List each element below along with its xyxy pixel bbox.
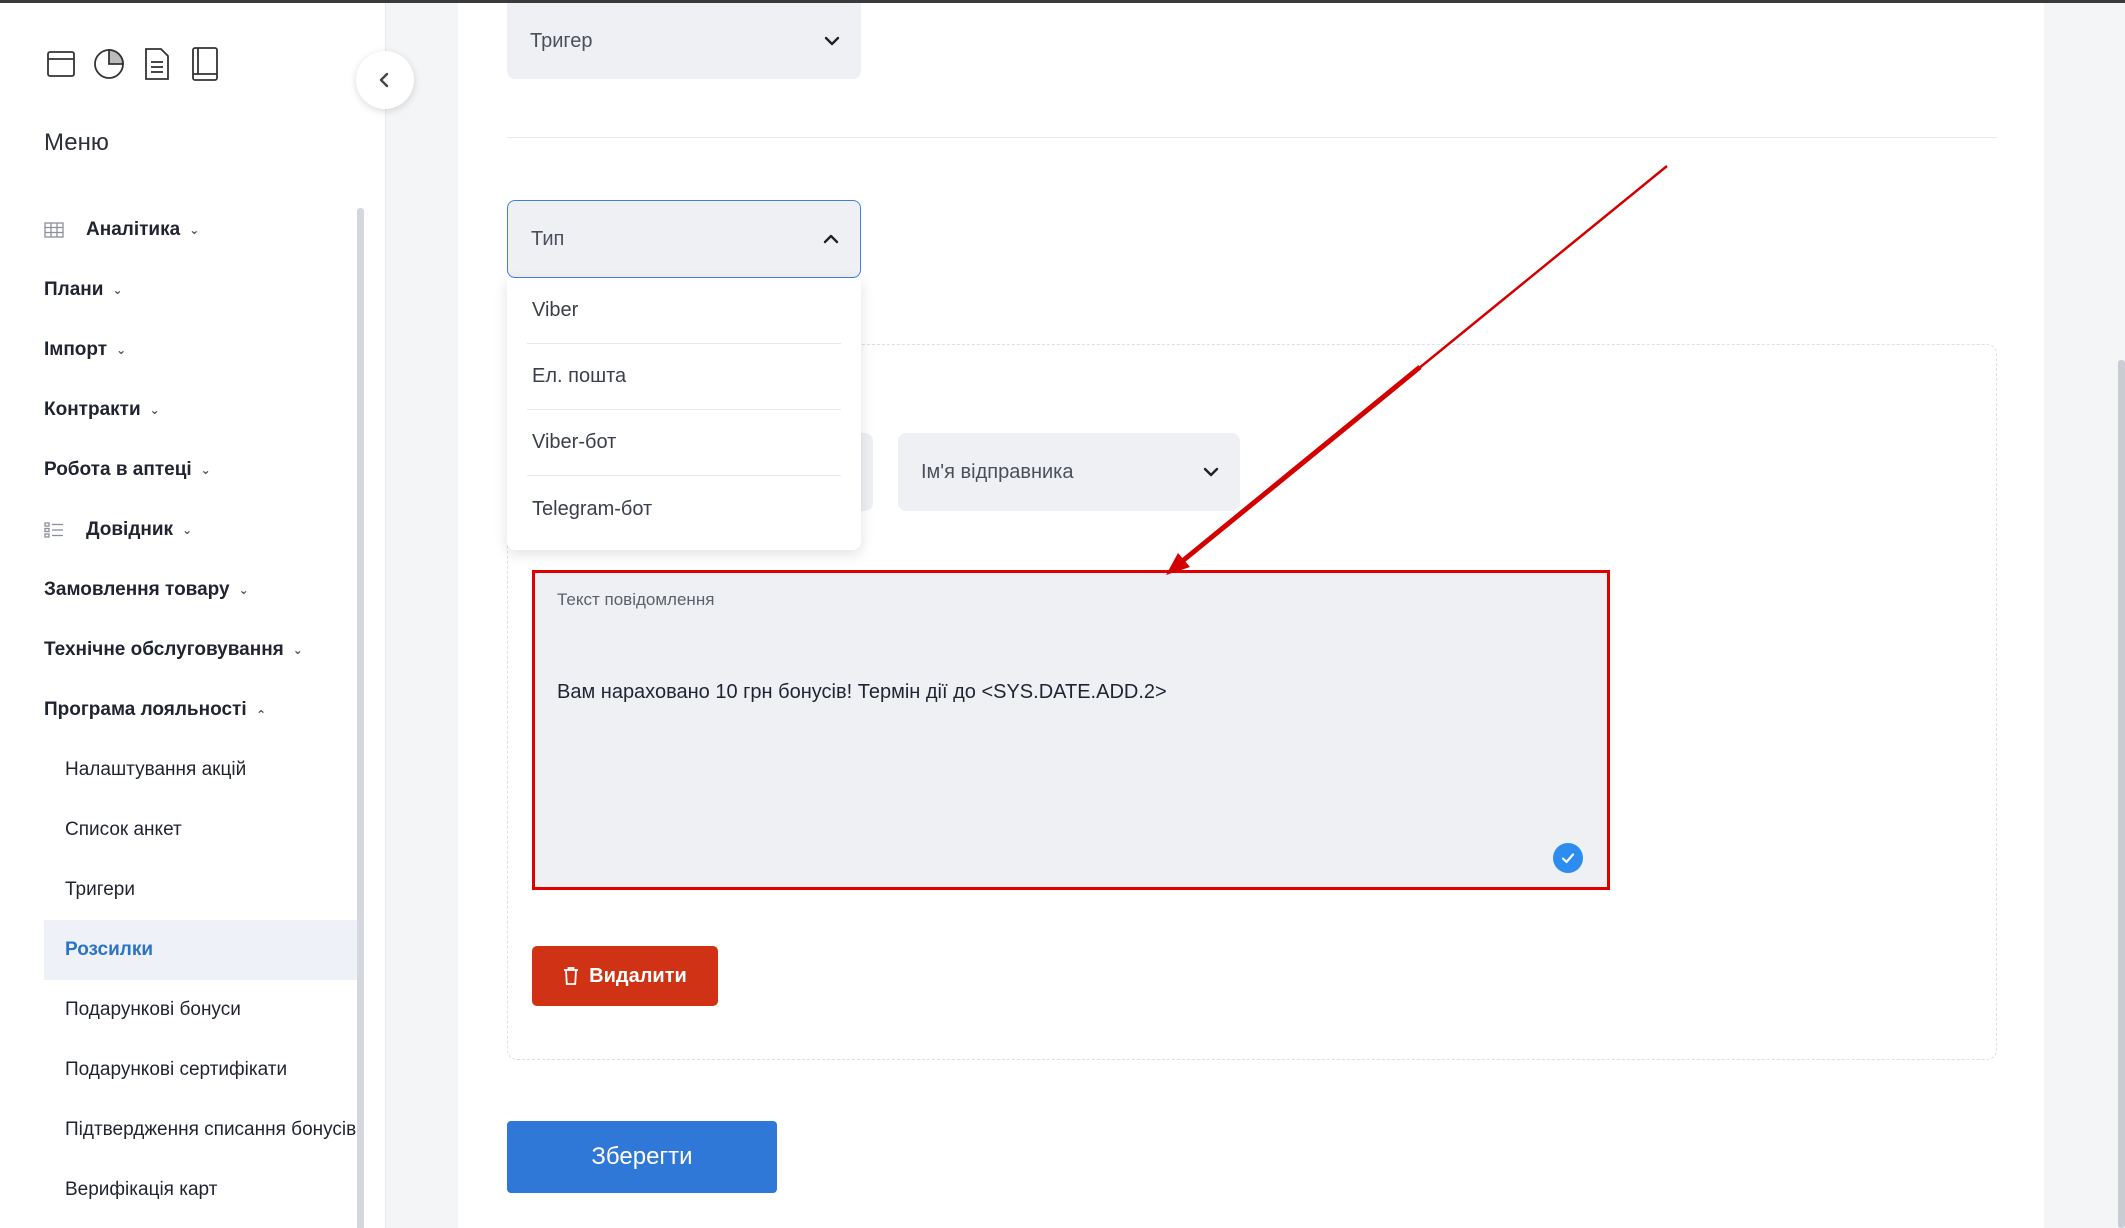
chevron-down-icon — [824, 36, 840, 46]
sidebar-item-plans[interactable]: Плани ⌄ — [0, 260, 358, 320]
sidebar-subitem-card-verification[interactable]: Верифікація карт — [0, 1160, 358, 1220]
sidebar-subitem-gift-bonuses[interactable]: Подарункові бонуси — [0, 980, 358, 1040]
sidebar-subitem-label: Тригери — [65, 879, 135, 900]
book-icon[interactable] — [188, 45, 222, 83]
type-dropdown-menu: Viber Ел. пошта Viber-бот Telegram-бот — [507, 278, 861, 550]
sidebar-scrollbar[interactable] — [357, 208, 364, 1228]
archive-icon[interactable] — [44, 45, 78, 83]
sidebar-subitem-promotions[interactable]: Налаштування акцій — [0, 740, 358, 800]
sender-name-value: Ім'я відправника — [921, 460, 1074, 483]
check-icon — [1553, 843, 1583, 873]
sidebar-item-product-order[interactable]: Замовлення товару ⌄ — [0, 560, 358, 620]
section-divider — [507, 137, 1997, 138]
type-select[interactable]: Тип — [507, 200, 861, 278]
list-icon — [44, 519, 66, 541]
sidebar-subitem-label: Подарункові бонуси — [65, 999, 241, 1020]
chevron-down-icon: ⌄ — [200, 463, 211, 477]
sidebar-subitem-label: Верифікація карт — [65, 1179, 218, 1200]
sidebar-subitem-bonus-writeoff[interactable]: Підтвердження списання бонусів — [0, 1100, 358, 1160]
sidebar-subitem-triggers[interactable]: Тригери — [0, 860, 358, 920]
sidebar-menu: Аналітика ⌄ Плани ⌄ Імпорт ⌄ Контракти ⌄… — [0, 200, 358, 1220]
sidebar-item-label: Плани — [44, 279, 104, 300]
collapse-sidebar-button[interactable] — [356, 51, 414, 109]
chevron-down-icon: ⌄ — [292, 643, 303, 657]
sidebar-item-contracts[interactable]: Контракти ⌄ — [0, 380, 358, 440]
save-button-label: Зберегти — [591, 1143, 693, 1170]
message-textarea[interactable]: Текст повідомлення Вам нараховано 10 грн… — [532, 570, 1610, 890]
trash-icon — [564, 967, 579, 985]
chevron-up-icon — [823, 234, 839, 244]
chevron-down-icon: ⌄ — [189, 223, 200, 237]
sidebar-top-icons — [44, 45, 222, 83]
sidebar-item-loyalty[interactable]: Програма лояльності ⌄ — [0, 680, 358, 740]
chevron-up-icon: ⌄ — [255, 707, 266, 721]
message-text[interactable]: Вам нараховано 10 грн бонусів! Термін ді… — [557, 681, 1167, 704]
chevron-down-icon: ⌄ — [182, 523, 193, 537]
trigger-select[interactable]: Тригер — [507, 3, 861, 79]
sender-name-select[interactable]: Ім'я відправника — [898, 433, 1240, 511]
sidebar-item-label: Програма лояльності — [44, 699, 247, 720]
sidebar-item-label: Контракти — [44, 399, 141, 420]
type-select-value: Тип — [531, 227, 565, 250]
sidebar: Меню Аналітика ⌄ Плани ⌄ Імпорт ⌄ Контра… — [0, 3, 386, 1228]
sidebar-subitem-label: Список анкет — [65, 819, 182, 840]
sidebar-item-directory[interactable]: Довідник ⌄ — [0, 500, 358, 560]
sidebar-item-label: Імпорт — [44, 339, 108, 360]
type-option-telegram-bot[interactable]: Telegram-бот — [527, 476, 841, 542]
chevron-down-icon: ⌄ — [149, 403, 160, 417]
sidebar-item-maintenance[interactable]: Технічне обслуговування ⌄ — [0, 620, 358, 680]
page-scrollbar[interactable] — [2118, 360, 2125, 1228]
chevron-down-icon: ⌄ — [112, 283, 123, 297]
save-button[interactable]: Зберегти — [507, 1121, 777, 1193]
delete-button[interactable]: Видалити — [532, 946, 718, 1006]
sidebar-subitem-label: Підтвердження списання бонусів — [65, 1119, 357, 1140]
type-option-viber[interactable]: Viber — [527, 278, 841, 344]
chevron-down-icon: ⌄ — [116, 343, 127, 357]
type-option-email[interactable]: Ел. пошта — [527, 344, 841, 410]
chevron-left-icon — [379, 72, 389, 88]
trigger-select-value: Тригер — [530, 29, 593, 52]
sidebar-item-pharmacy-work[interactable]: Робота в аптеці ⌄ — [0, 440, 358, 500]
hidden-select-edge[interactable] — [861, 433, 873, 511]
sidebar-item-analytics[interactable]: Аналітика ⌄ — [0, 200, 358, 260]
type-option-viber-bot[interactable]: Viber-бот — [527, 410, 841, 476]
sidebar-subitem-label: Розсилки — [65, 939, 154, 960]
sidebar-subitem-label: Налаштування акцій — [65, 759, 247, 780]
sidebar-item-import[interactable]: Імпорт ⌄ — [0, 320, 358, 380]
message-label: Текст повідомлення — [557, 590, 715, 609]
document-icon[interactable] — [140, 45, 174, 83]
table-icon — [44, 219, 66, 241]
pie-chart-icon[interactable] — [92, 45, 126, 83]
chevron-down-icon — [1203, 467, 1219, 477]
sidebar-subitem-label: Подарункові сертифікати — [65, 1059, 288, 1080]
sidebar-subitem-gift-certificates[interactable]: Подарункові сертифікати — [0, 1040, 358, 1100]
sidebar-item-label: Довідник — [86, 519, 174, 540]
delete-button-label: Видалити — [589, 964, 687, 987]
sidebar-subitem-surveys[interactable]: Список анкет — [0, 800, 358, 860]
sidebar-item-label: Робота в аптеці — [44, 459, 192, 480]
sidebar-title: Меню — [44, 129, 109, 156]
sidebar-item-label: Замовлення товару — [44, 579, 230, 600]
sidebar-subitem-mailings[interactable]: Розсилки — [44, 920, 358, 980]
chevron-down-icon: ⌄ — [238, 583, 249, 597]
sidebar-item-label: Аналітика — [86, 219, 181, 240]
sidebar-item-label: Технічне обслуговування — [44, 639, 284, 660]
